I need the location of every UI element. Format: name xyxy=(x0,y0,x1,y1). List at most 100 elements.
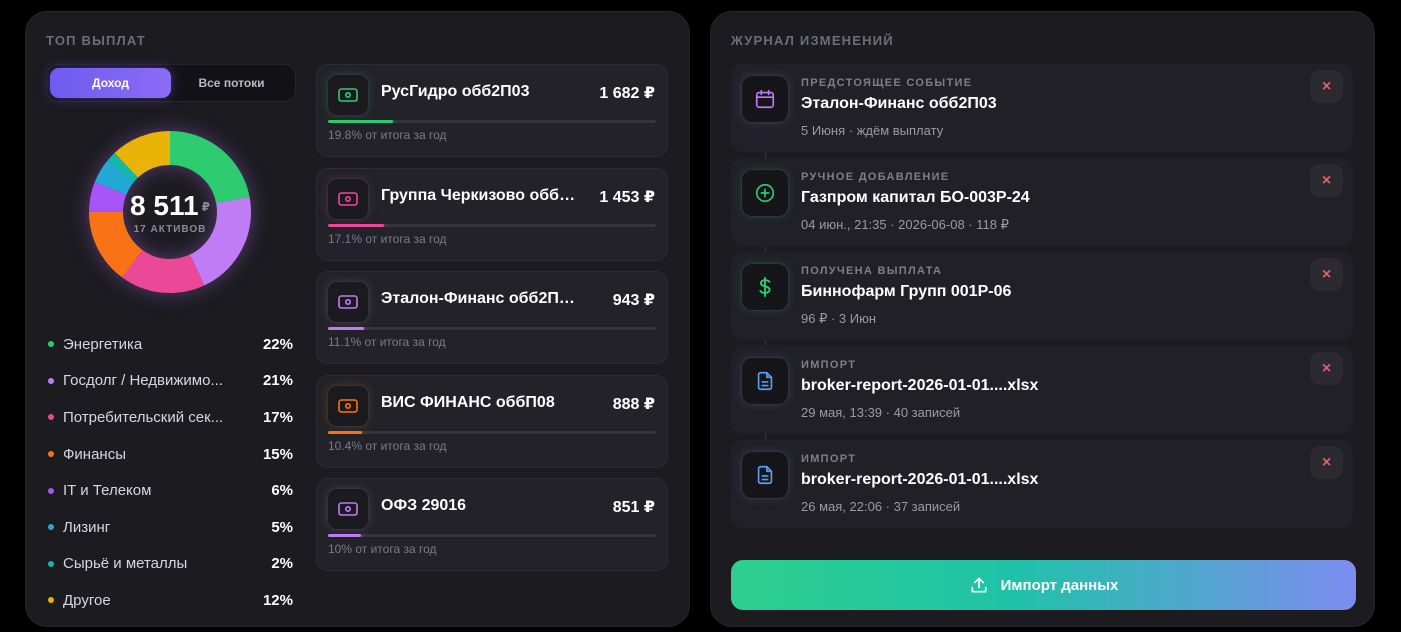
payout-share-bar-fill xyxy=(328,327,365,330)
document-icon xyxy=(741,451,789,499)
journal-title: ЖУРНАЛ ИЗМЕНЕНИЙ xyxy=(731,33,894,48)
payout-card-amount: 943 ₽ xyxy=(612,292,655,309)
payout-share-bar xyxy=(328,120,656,123)
legend-dot xyxy=(48,524,54,531)
payout-card-name: Группа Черкизово обб2... xyxy=(381,186,576,204)
payout-share-bar xyxy=(328,223,656,227)
legend-item: Энергетика 22% xyxy=(48,326,293,363)
legend-name: Сырьё и металлы xyxy=(63,555,188,573)
delete-entry-button[interactable]: × xyxy=(1310,164,1343,197)
toggle-all-flows-button[interactable]: Все потоки xyxy=(171,68,292,98)
journal-entry-title: Биннофарм Групп 001Р-06 xyxy=(801,283,1012,300)
banknote-icon xyxy=(327,177,369,220)
legend-percent: 5% xyxy=(271,518,293,536)
banknote-icon xyxy=(327,488,369,530)
legend-name: Лизинг xyxy=(63,518,111,536)
sector-donut-chart: 8 511 ₽ 17 АКТИВОВ xyxy=(88,130,252,294)
delete-entry-button[interactable]: × xyxy=(1310,446,1343,479)
legend-percent: 12% xyxy=(262,591,293,609)
banknote-icon xyxy=(327,74,369,116)
legend-percent: 6% xyxy=(271,482,293,500)
payout-card-share: 10% от итога за год xyxy=(328,542,437,556)
donut-assets-count: 17 АКТИВОВ xyxy=(133,223,207,235)
payout-card[interactable]: Эталон-Финанс обб2П03 943 ₽ 11.1% от итога… xyxy=(316,271,668,364)
legend-name: Госдолг / Недвижимо... xyxy=(63,372,223,390)
banknote-icon xyxy=(327,281,369,323)
payout-card-name: РусГидро обб2П03 xyxy=(381,83,530,100)
journal-entry-title: broker-report-2026-01-01....xlsx xyxy=(801,377,1039,394)
delete-entry-button[interactable]: × xyxy=(1310,70,1343,103)
donut-total: 8 511 ₽ xyxy=(130,189,210,221)
payout-card-share: 11.1% от итога за год xyxy=(328,335,446,349)
journal-list: ПРЕДСТОЯЩЕЕ СОБЫТИЕ Эталон-Финанс обб2П03… xyxy=(731,64,1353,534)
payout-share-bar xyxy=(328,327,656,330)
journal-entry[interactable]: ИМПОРТ broker-report-2026-01-01....xlsx 29… xyxy=(731,346,1353,434)
journal-entry-kind: РУЧНОЕ ДОБАВЛЕНИЕ xyxy=(801,171,950,183)
legend-dot xyxy=(48,451,54,458)
legend-name: Энергетика xyxy=(63,335,143,353)
plus-circle-icon xyxy=(741,169,789,217)
journal-entry-meta: 26 мая, 22:06 · 37 записей xyxy=(801,499,961,514)
journal-entry-meta: 5 Июня · ждём выплату xyxy=(801,123,944,138)
legend-item: Другое 12% xyxy=(48,582,293,619)
top-payouts-title: ТОП ВЫПЛАТ xyxy=(46,33,146,48)
sector-legend: Энергетика 22% Госдолг / Недвижимо... 21% По… xyxy=(48,326,293,619)
legend-name: Другое xyxy=(63,591,111,609)
legend-percent: 17% xyxy=(262,408,293,426)
legend-percent: 15% xyxy=(262,445,293,463)
journal-entry-meta: 29 мая, 13:39 · 40 записей xyxy=(801,405,961,420)
legend-item: Лизинг 5% xyxy=(48,509,293,546)
journal-entry-meta: 04 июн., 21:35 · 2026-06-08 · 118 ₽ xyxy=(801,217,1009,232)
donut-currency: ₽ xyxy=(201,200,210,215)
delete-entry-button[interactable]: × xyxy=(1310,258,1343,291)
legend-name: IT и Телеком xyxy=(63,482,152,500)
upload-icon xyxy=(971,577,987,593)
legend-dot xyxy=(48,377,54,384)
legend-item: Сырьё и металлы 2% xyxy=(48,546,293,583)
legend-item: Потребительский сек... 17% xyxy=(48,399,293,436)
payout-card[interactable]: Группа Черкизово обб2... 1 453 ₽ 17.1% от … xyxy=(316,167,668,261)
journal-entry[interactable]: ПОЛУЧЕНА ВЫПЛАТА Биннофарм Групп 001Р-06 9… xyxy=(731,252,1353,340)
legend-dot xyxy=(48,560,54,567)
payout-card-amount: 851 ₽ xyxy=(612,499,655,516)
donut-center: 8 511 ₽ 17 АКТИВОВ xyxy=(88,130,252,294)
legend-percent: 21% xyxy=(262,372,293,390)
payout-card[interactable]: ВИС ФИНАНС оббП08 888 ₽ 10.4% от итога за … xyxy=(316,374,668,468)
top-payouts-panel: ТОП ВЫПЛАТ Доход Все потоки 8 511 ₽ 17 АК… xyxy=(25,11,690,627)
legend-dot xyxy=(48,414,54,421)
payout-card-share: 17.1% от итога за год xyxy=(328,231,447,246)
document-icon xyxy=(741,357,789,405)
legend-name: Финансы xyxy=(63,445,126,463)
payout-share-bar-fill xyxy=(328,430,363,434)
journal-entry-title: Эталон-Финанс обб2П03 xyxy=(801,95,997,112)
payout-cards: РусГидро обб2П03 1 682 ₽ 19.8% от итога за… xyxy=(316,64,668,582)
toggle-income-button[interactable]: Доход xyxy=(50,68,171,98)
payout-share-bar-fill xyxy=(328,534,361,537)
legend-item: Госдолг / Недвижимо... 21% xyxy=(48,363,293,400)
income-toggle: Доход Все потоки xyxy=(46,64,296,102)
payout-share-bar-fill xyxy=(328,223,385,227)
payout-card-amount: 1 682 ₽ xyxy=(599,85,655,102)
import-data-button[interactable]: Импорт данных xyxy=(731,560,1356,610)
payout-card-name: Эталон-Финанс обб2П03 xyxy=(381,290,576,307)
legend-name: Потребительский сек... xyxy=(63,408,224,426)
legend-dot xyxy=(48,487,54,494)
payout-share-bar xyxy=(328,430,656,434)
delete-entry-button[interactable]: × xyxy=(1310,352,1343,385)
dollar-icon xyxy=(741,263,789,311)
journal-entry[interactable]: ИМПОРТ broker-report-2026-01-01....xlsx 26… xyxy=(731,440,1353,528)
journal-entry[interactable]: ПРЕДСТОЯЩЕЕ СОБЫТИЕ Эталон-Финанс обб2П03… xyxy=(731,64,1353,152)
legend-item: IT и Телеком 6% xyxy=(48,472,293,509)
import-data-label: Импорт данных xyxy=(1000,576,1119,594)
journal-entry-kind: ИМПОРТ xyxy=(801,359,857,371)
journal-panel: ЖУРНАЛ ИЗМЕНЕНИЙ ПРЕДСТОЯЩЕЕ СОБЫТИЕ Этал… xyxy=(710,11,1375,627)
payout-card-amount: 1 453 ₽ xyxy=(599,188,655,206)
legend-percent: 22% xyxy=(262,335,293,353)
journal-entry[interactable]: РУЧНОЕ ДОБАВЛЕНИЕ Газпром капитал БО-003Р… xyxy=(731,158,1353,246)
payout-card[interactable]: РусГидро обб2П03 1 682 ₽ 19.8% от итога за… xyxy=(316,64,668,157)
journal-entry-title: Газпром капитал БО-003Р-24 xyxy=(801,189,1030,206)
legend-item: Финансы 15% xyxy=(48,436,293,473)
legend-dot xyxy=(48,597,54,604)
legend-dot xyxy=(48,341,54,348)
payout-card[interactable]: ОФЗ 29016 851 ₽ 10% от итога за год xyxy=(316,478,668,571)
